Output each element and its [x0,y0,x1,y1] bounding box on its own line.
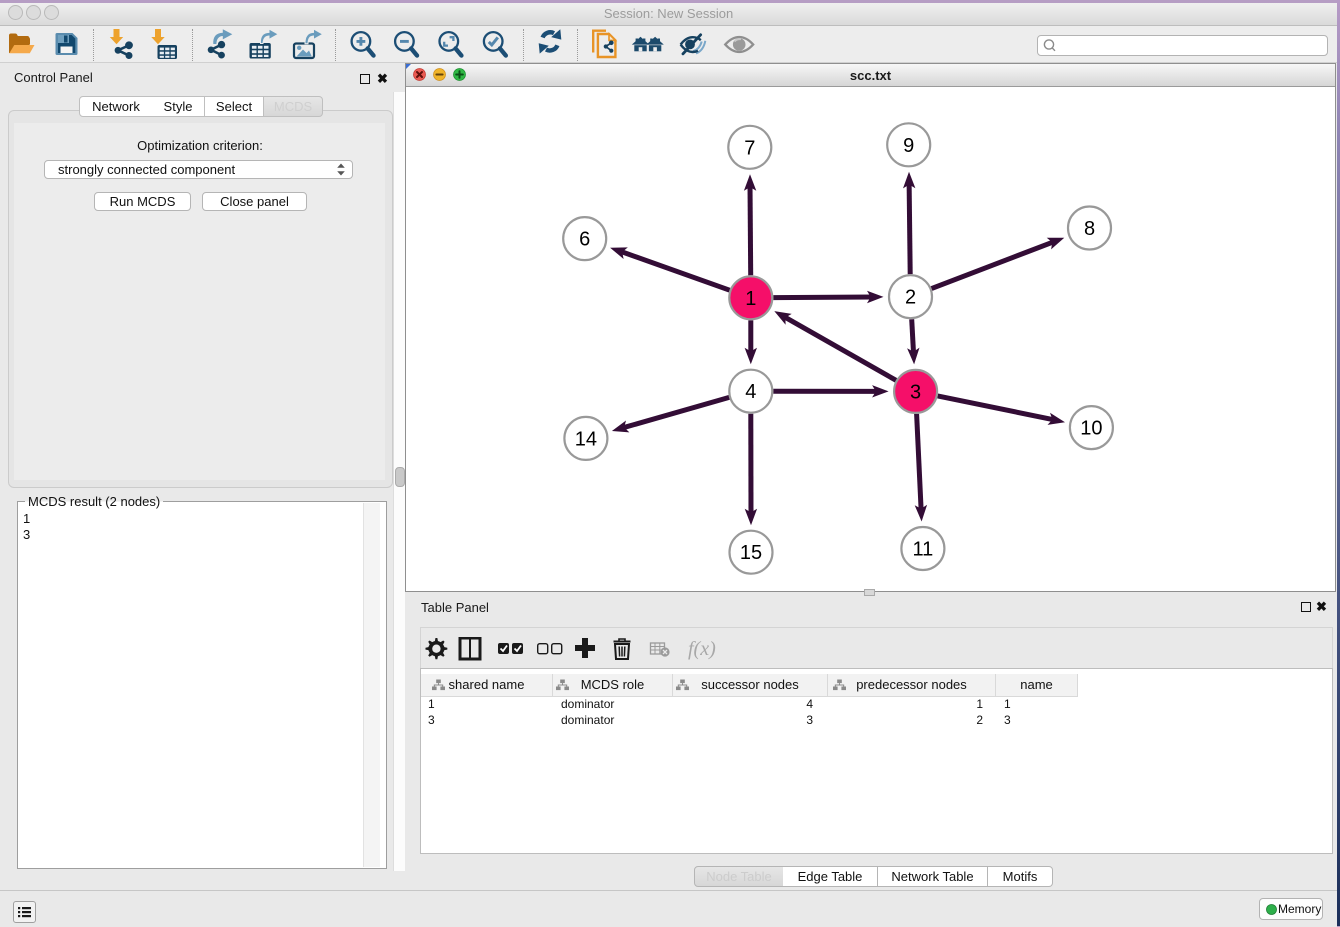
svg-text:2: 2 [905,287,916,309]
svg-text:f(x): f(x) [688,638,716,660]
svg-text:3: 3 [910,381,921,403]
svg-text:6: 6 [579,229,590,251]
svg-text:11: 11 [913,539,934,561]
svg-text:7: 7 [744,137,755,159]
svg-text:8: 8 [1084,218,1095,240]
svg-text:1: 1 [745,288,756,310]
svg-text:9: 9 [903,135,914,157]
svg-text:14: 14 [575,428,597,450]
svg-text:15: 15 [740,542,762,564]
svg-text:10: 10 [1080,418,1102,440]
svg-text:4: 4 [745,381,756,403]
